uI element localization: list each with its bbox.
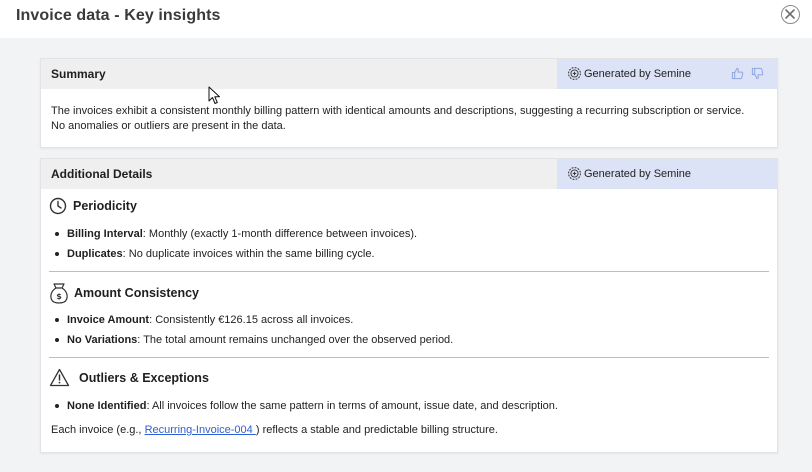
footnote: Each invoice (e.g., Recurring-Invoice-00… — [51, 424, 498, 436]
list-item: Duplicates: No duplicate invoices within… — [54, 244, 417, 264]
clock-icon — [49, 197, 67, 215]
generated-by-badge: Generated by Semine — [557, 159, 777, 189]
thumbs-up-icon[interactable] — [731, 67, 744, 80]
amount-heading: $ Amount Consistency — [49, 282, 269, 304]
close-icon — [785, 9, 795, 19]
amount-list: Invoice Amount: Consistently €126.15 acr… — [54, 310, 453, 350]
list-item: Billing Interval: Monthly (exactly 1-mon… — [54, 224, 417, 244]
amount-label: Amount Consistency — [74, 286, 200, 300]
svg-text:$: $ — [56, 292, 62, 301]
periodicity-list: Billing Interval: Monthly (exactly 1-mon… — [54, 224, 417, 264]
list-item: Invoice Amount: Consistently €126.15 acr… — [54, 310, 453, 330]
modal-body: Summary Generated by Semine The invoices… — [0, 38, 812, 472]
summary-header: Summary Generated by Semine — [41, 59, 777, 89]
modal-header: Invoice data - Key insights — [0, 0, 812, 38]
close-button[interactable] — [781, 5, 800, 24]
invoice-link[interactable]: Recurring-Invoice-004 — [145, 424, 256, 436]
money-bag-icon: $ — [50, 283, 68, 304]
mouse-cursor-icon — [208, 86, 220, 104]
thumbs-down-icon[interactable] — [751, 67, 764, 80]
periodicity-heading: Periodicity — [49, 197, 249, 217]
list-item: No Variations: The total amount remains … — [54, 330, 453, 350]
summary-title: Summary — [51, 67, 106, 81]
generated-by-badge: Generated by Semine — [557, 59, 777, 89]
periodicity-label: Periodicity — [73, 199, 137, 213]
details-card: Additional Details Generated by Semine P… — [40, 158, 778, 453]
generated-by-label: Generated by Semine — [584, 68, 692, 80]
summary-card: Summary Generated by Semine The invoices… — [40, 58, 778, 148]
modal-title: Invoice data - Key insights — [16, 7, 221, 24]
sparkle-gear-icon — [568, 167, 581, 180]
sparkle-gear-icon — [568, 67, 581, 80]
details-title: Additional Details — [51, 167, 153, 181]
list-item: None Identified: All invoices follow the… — [55, 396, 558, 416]
details-header: Additional Details Generated by Semine — [41, 159, 777, 189]
outliers-heading: Outliers & Exceptions — [49, 368, 269, 390]
section-divider — [49, 357, 769, 358]
warning-icon — [49, 368, 70, 387]
outliers-label: Outliers & Exceptions — [79, 371, 209, 385]
generated-by-label: Generated by Semine — [584, 168, 692, 180]
outliers-list: None Identified: All invoices follow the… — [55, 396, 558, 416]
section-divider — [49, 271, 769, 272]
summary-text: The invoices exhibit a consistent monthl… — [51, 105, 745, 132]
